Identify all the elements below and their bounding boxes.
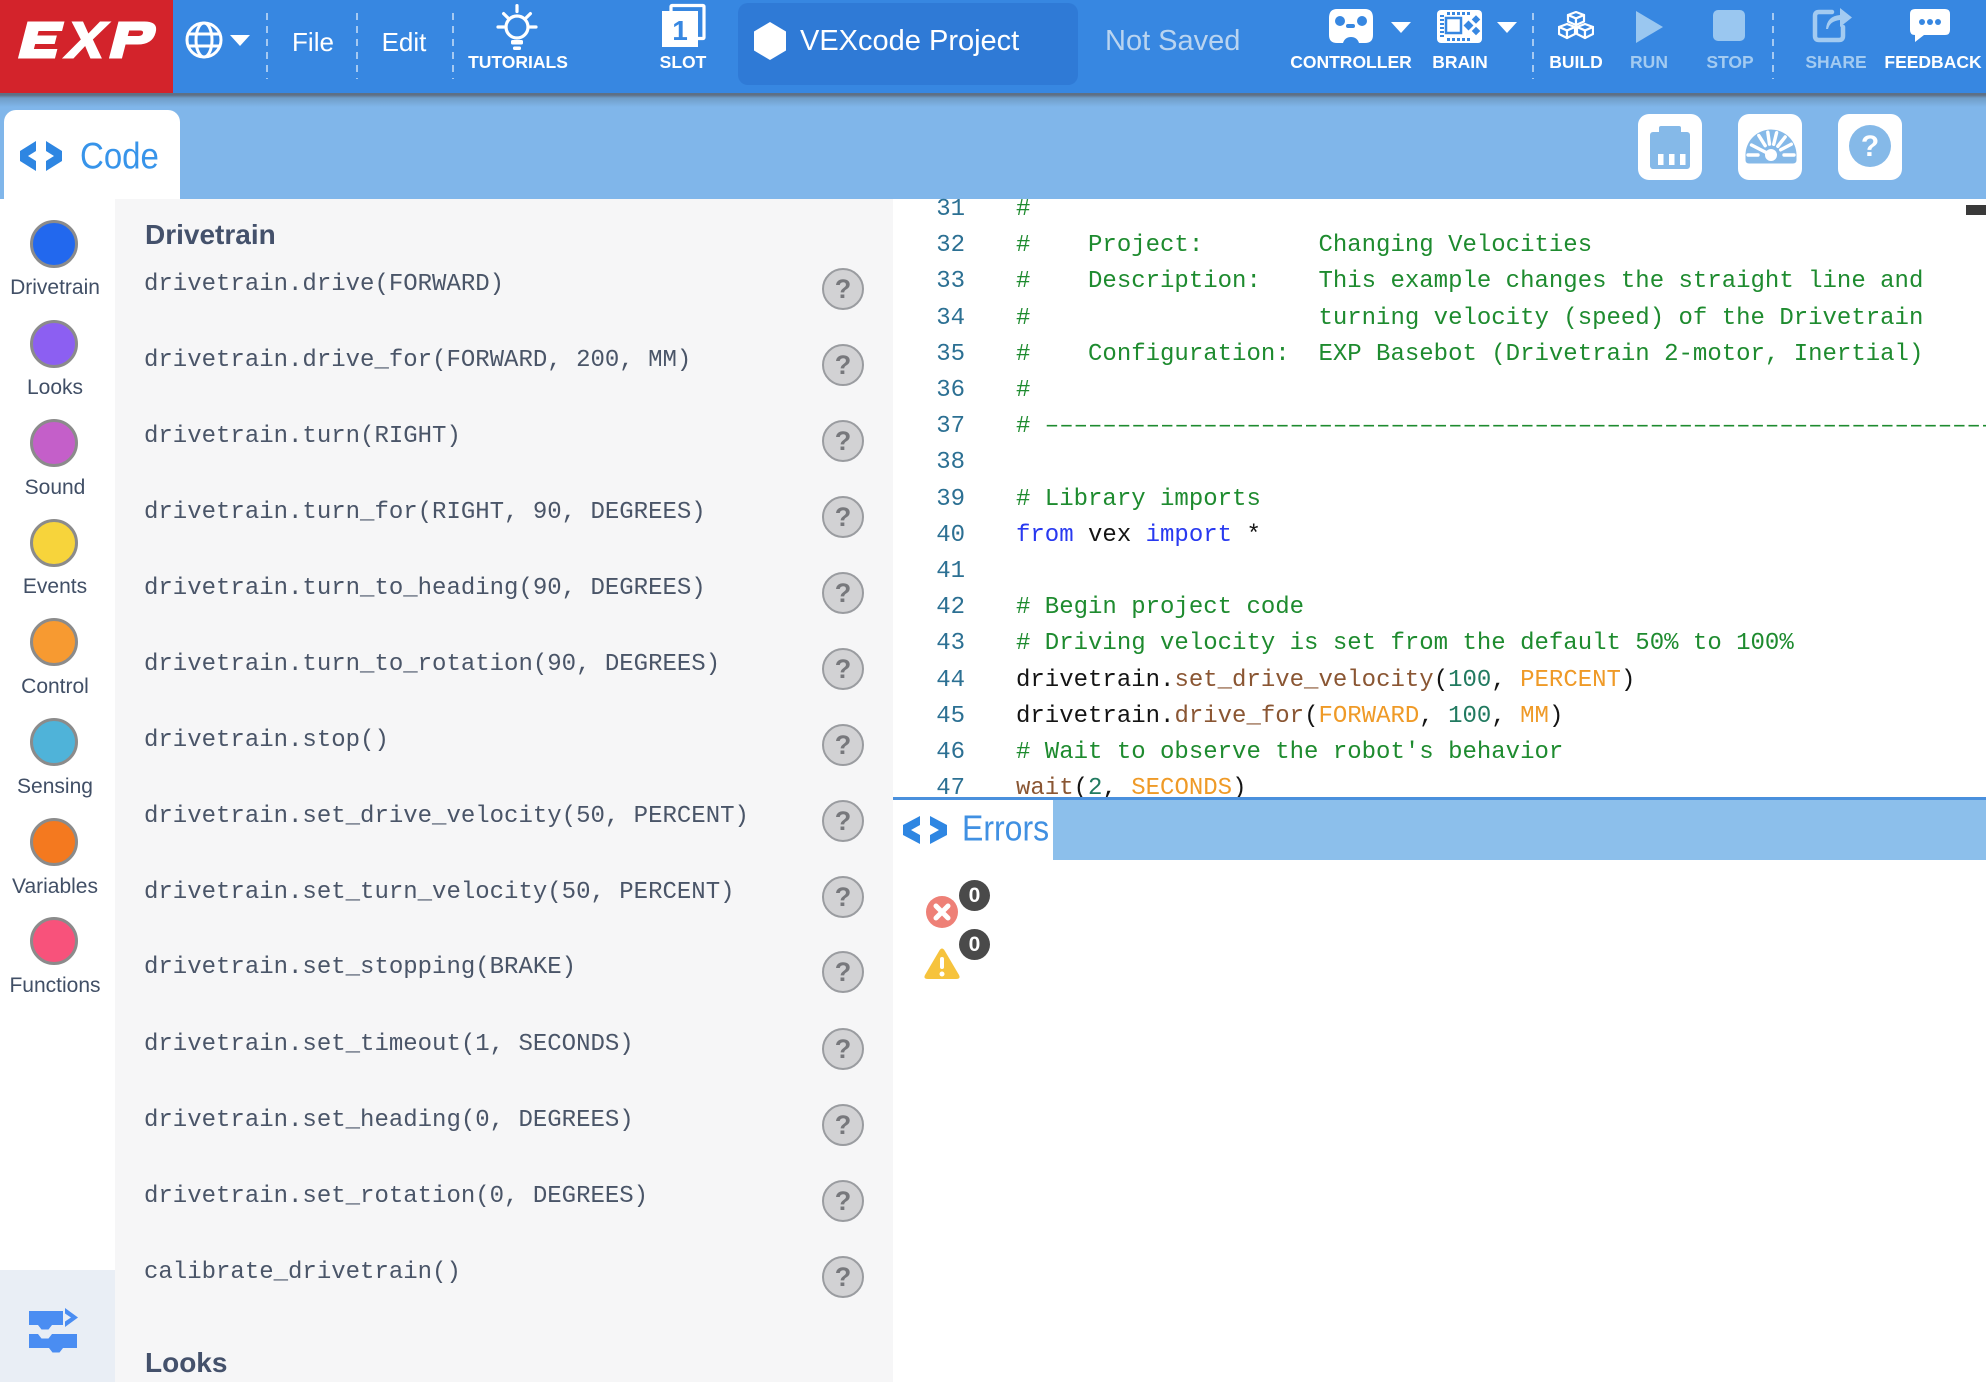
- svg-text:?: ?: [1861, 130, 1879, 163]
- svg-text:1: 1: [672, 15, 688, 46]
